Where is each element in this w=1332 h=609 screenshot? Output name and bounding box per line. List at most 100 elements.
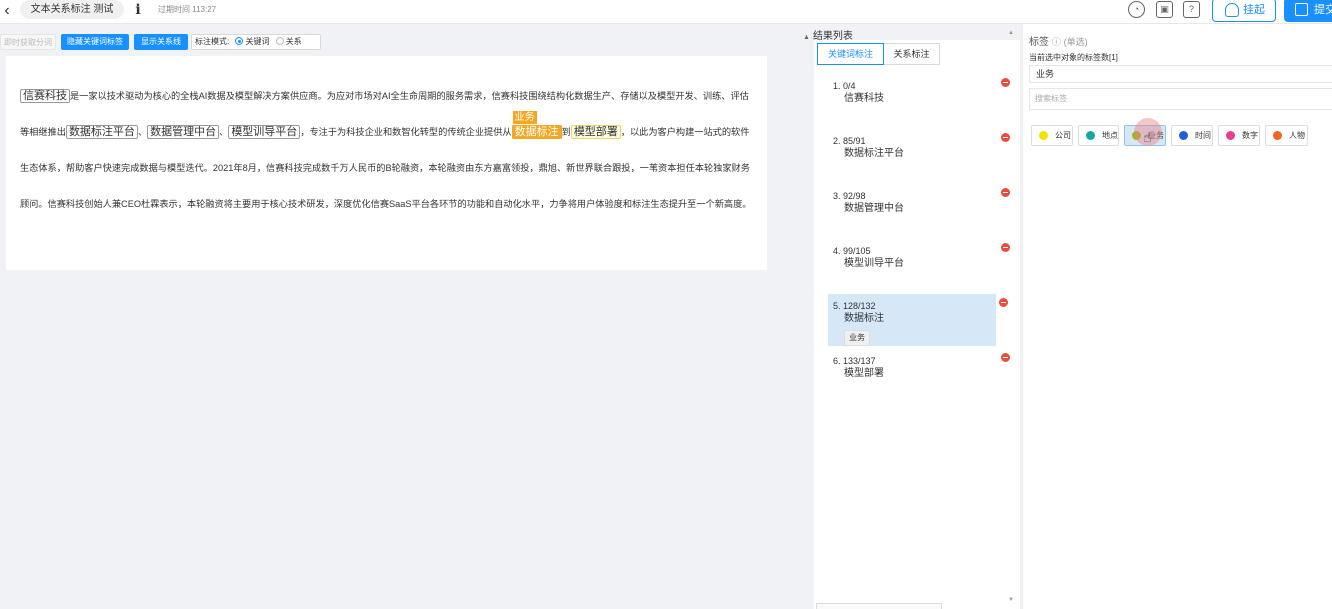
color-dot-icon xyxy=(1226,131,1235,140)
result-tag: 业务 xyxy=(844,330,870,346)
result-text: 数据标注 xyxy=(844,313,884,324)
help-circle-icon: ⓘ xyxy=(1051,37,1061,47)
top-bar: ‹ 文本关系标注 测试 i 过期时间 113:27 ◔ ▣ ? 挂起 提交 xyxy=(0,0,1332,24)
save-icon xyxy=(1295,3,1308,16)
mode-relation-label[interactable]: 关系 xyxy=(286,37,302,46)
result-text: 信赛科技 xyxy=(844,93,884,104)
results-scrollbar[interactable]: ▲ ▼ xyxy=(1006,30,1016,609)
label-option-text: 地点 xyxy=(1102,131,1118,140)
label-option-text: 公司 xyxy=(1055,131,1071,140)
result-range: 6. 133/137 xyxy=(833,355,998,367)
submit-button[interactable]: 提交 xyxy=(1284,0,1332,22)
result-index: 3. xyxy=(833,191,841,201)
text-segment: 、 xyxy=(219,127,229,137)
color-dot-icon xyxy=(1039,131,1048,140)
text-segment: ，以此为客户构建一站式的软件生态体系，帮助客户快速完成数据与模型迭代。2021年… xyxy=(20,127,752,209)
expire-time: 过期时间 113:27 xyxy=(158,5,217,14)
radio-relation[interactable] xyxy=(275,37,284,45)
entity-deploy[interactable]: 模型部署 xyxy=(570,125,621,139)
mode-selector: 标注模式: 关键词 关系 xyxy=(191,34,321,50)
annotation-toolbar: 即时获取分词 隐藏关键词标签 显示关系线 标注模式: 关键词 关系 xyxy=(0,32,780,52)
entity-company[interactable]: 信赛科技 xyxy=(20,89,70,103)
result-index: 1. xyxy=(833,81,841,91)
result-item[interactable]: 4. 99/105 模型训导平台 xyxy=(828,239,1010,291)
mode-label: 标注模式: xyxy=(195,37,230,46)
hand-cursor-icon: ☝ xyxy=(1143,129,1152,145)
show-relations-button[interactable]: 显示关系线 xyxy=(134,34,188,50)
result-item[interactable]: 5. 128/132 数据标注 业务 xyxy=(828,294,1008,346)
result-item[interactable]: 6. 133/137 模型部署 xyxy=(828,349,1010,401)
back-chevron-icon[interactable]: ‹ xyxy=(0,2,14,20)
result-index: 2. xyxy=(833,136,841,146)
hide-labels-button[interactable]: 隐藏关键词标签 xyxy=(61,34,129,50)
result-item[interactable]: 2. 85/91 数据标注平台 xyxy=(828,129,1010,181)
task-name: 文本关系标注 测试 xyxy=(20,0,124,19)
dashboard-icon[interactable]: ◔ xyxy=(1128,1,1145,18)
entity-label-tag: 业务 xyxy=(512,111,537,124)
result-text: 模型部署 xyxy=(844,368,884,379)
label-option[interactable]: 时间 xyxy=(1171,125,1213,146)
results-panel: 关键词标注 关系标注 1. 0/4 信赛科技 2. 85/91 数据标注平台 3. 92… xyxy=(814,40,1020,609)
text-panel: 信赛科技 是一家以技术驱动为核心的全栈AI数据及模型解决方案供应商。为应对市场对A… xyxy=(6,56,767,270)
entity-platform-2[interactable]: 数据管理中台 xyxy=(147,125,220,139)
label-title: 标签 ⓘ (单选) xyxy=(1029,33,1088,48)
result-range: 4. 99/105 xyxy=(833,245,998,257)
result-range: 1. 0/4 xyxy=(833,80,998,92)
label-option[interactable]: 数字 xyxy=(1218,125,1260,146)
result-range-text: 128/132 xyxy=(843,301,876,311)
label-option[interactable]: 人物 xyxy=(1265,125,1308,146)
result-range-text: 99/105 xyxy=(843,246,871,256)
label-panel: 标签 ⓘ (单选) 当前选中对象的标签数[1] 业务 搜索标签 公司 地点 业务 时间… xyxy=(1022,24,1332,609)
result-index: 6. xyxy=(833,356,841,366)
result-text: 数据标注平台 xyxy=(844,148,904,159)
result-range: 5. 128/132 xyxy=(833,300,996,312)
label-count: 当前选中对象的标签数[1] xyxy=(1029,53,1118,62)
result-range: 3. 92/98 xyxy=(833,190,998,202)
result-range-text: 85/91 xyxy=(843,136,866,146)
label-option-text: 数字 xyxy=(1242,131,1258,140)
color-dot-icon xyxy=(1273,131,1282,140)
radio-keyword[interactable] xyxy=(235,37,244,45)
label-search-input[interactable]: 搜索标签 xyxy=(1029,88,1332,110)
collapse-triangle-icon[interactable]: ▲ xyxy=(803,34,810,41)
color-dot-icon xyxy=(1086,131,1095,140)
result-item[interactable]: 3. 92/98 数据管理中台 xyxy=(828,184,1010,236)
result-range-text: 92/98 xyxy=(843,191,866,201)
result-item[interactable]: 1. 0/4 信赛科技 xyxy=(828,74,1010,126)
label-option-text: 时间 xyxy=(1195,131,1211,140)
results-tabs: 关键词标注 关系标注 xyxy=(817,43,1017,65)
tab-keyword[interactable]: 关键词标注 xyxy=(817,43,884,65)
result-range-text: 0/4 xyxy=(843,81,856,91)
entity-platform-3[interactable]: 模型训导平台 xyxy=(228,125,301,139)
help-icon[interactable]: ? xyxy=(1183,1,1200,18)
text-segment: 到 xyxy=(561,127,571,137)
result-range-text: 133/137 xyxy=(843,356,876,366)
save-icon[interactable]: ▣ xyxy=(1156,1,1173,18)
tab-relation[interactable]: 关系标注 xyxy=(884,43,940,65)
single-choice-hint: (单选) xyxy=(1063,37,1088,47)
user-pause-icon xyxy=(1225,3,1239,17)
document-text[interactable]: 信赛科技 是一家以技术驱动为核心的全栈AI数据及模型解决方案供应商。为应对市场对A… xyxy=(20,78,753,222)
color-dot-icon xyxy=(1179,131,1188,140)
entity-selected[interactable]: 业务 数据标注 xyxy=(511,111,562,139)
scroll-down-icon[interactable]: ▼ xyxy=(1008,597,1014,603)
entity-platform-1[interactable]: 数据标注平台 xyxy=(65,125,138,139)
text-segment: ，专注于为科技企业和数智化转型的传统企业提供从 xyxy=(300,127,512,137)
label-option[interactable]: 地点 xyxy=(1078,125,1119,146)
hang-label: 挂起 xyxy=(1243,4,1265,16)
result-text: 模型训导平台 xyxy=(844,258,904,269)
submit-label: 提交 xyxy=(1314,4,1332,16)
current-label: 业务 xyxy=(1029,65,1332,83)
mode-keyword-label[interactable]: 关键词 xyxy=(245,37,269,46)
text-segment: 、 xyxy=(137,127,148,137)
bottom-tabs xyxy=(816,603,942,609)
hang-button[interactable]: 挂起 xyxy=(1212,0,1276,22)
entity-selected-text: 数据标注 xyxy=(514,126,559,138)
auto-segment-button[interactable]: 即时获取分词 xyxy=(0,34,56,50)
info-icon[interactable]: i xyxy=(132,2,144,18)
result-index: 5. xyxy=(833,301,841,311)
label-option[interactable]: 公司 xyxy=(1031,125,1073,146)
scroll-up-icon[interactable]: ▲ xyxy=(1008,30,1014,36)
result-index: 4. xyxy=(833,246,841,256)
label-title-text: 标签 xyxy=(1029,37,1049,48)
